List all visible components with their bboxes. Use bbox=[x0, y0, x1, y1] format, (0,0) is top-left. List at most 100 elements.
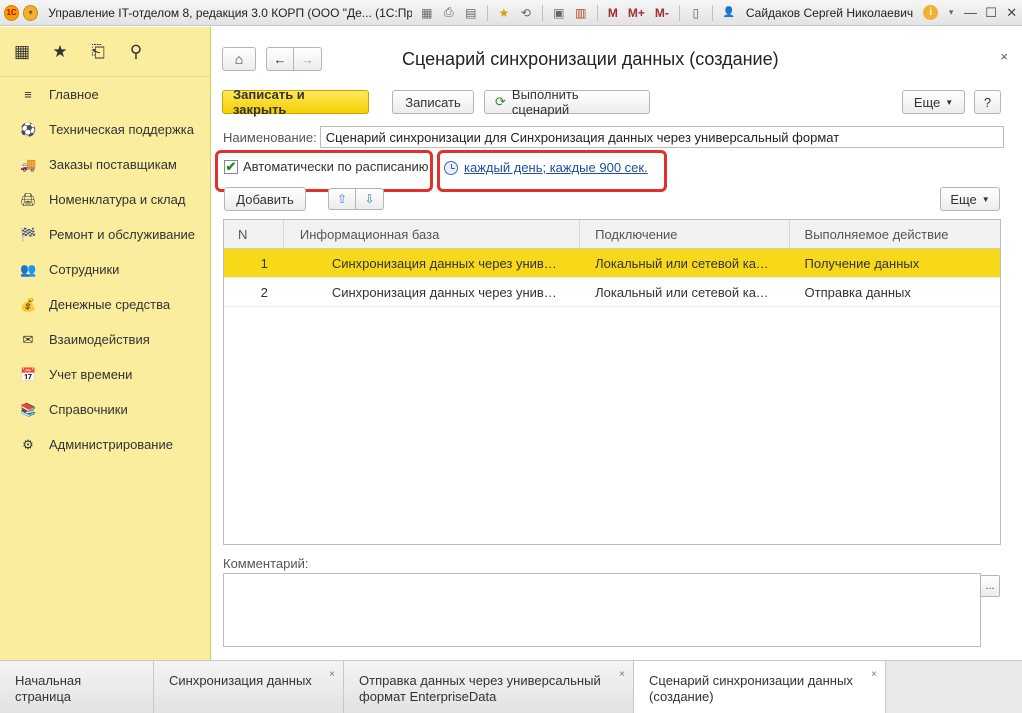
sidebar-item-label: Сотрудники bbox=[49, 262, 120, 277]
sidebar-item[interactable]: 🖨 Номенклатура и склад bbox=[0, 182, 210, 217]
cell-connection[interactable]: Локальный или сетевой каталог bbox=[580, 278, 789, 306]
sidebar-item[interactable]: 👥 Сотрудники bbox=[0, 252, 210, 287]
minimize-icon[interactable]: — bbox=[960, 3, 981, 23]
window-tab-label: Синхронизация данных bbox=[169, 673, 312, 688]
save-button[interactable]: Записать bbox=[392, 90, 474, 114]
main-menu-icon[interactable]: ▾ bbox=[23, 4, 39, 21]
section-icon: ⚽ bbox=[20, 121, 37, 137]
sidebar-item[interactable]: ⚙ Администрирование bbox=[0, 427, 210, 462]
form-title: Сценарий синхронизации данных (создание) bbox=[402, 49, 779, 69]
schedule-setting[interactable]: каждый день; каждые 900 сек. bbox=[444, 160, 648, 175]
sidebar-item[interactable]: ≡ Главное bbox=[0, 77, 210, 112]
cell-n[interactable]: 1 bbox=[224, 249, 284, 277]
sidebar-item[interactable]: 🏁 Ремонт и обслуживание bbox=[0, 217, 210, 252]
column-header-base[interactable]: Информационная база bbox=[284, 220, 581, 248]
section-icon: 🏁 bbox=[20, 226, 37, 242]
column-header-connection[interactable]: Подключение bbox=[580, 220, 790, 248]
table-body: 1 Синхронизация данных через универсальны… bbox=[224, 249, 1000, 307]
window-title: Управление IT-отделом 8, редакция 3.0 КО… bbox=[48, 5, 412, 20]
memory-plus-button[interactable]: M+ bbox=[625, 6, 648, 20]
add-button[interactable]: Добавить bbox=[224, 187, 306, 211]
column-header-n[interactable]: N bbox=[224, 220, 284, 248]
print-icon[interactable]: ⎙ bbox=[440, 4, 458, 22]
cell-base[interactable]: Синхронизация данных через универсальный… bbox=[284, 278, 580, 306]
sidebar-item-label: Денежные средства bbox=[49, 297, 171, 312]
window-tab[interactable]: Отправка данных через универсальный форм… bbox=[344, 661, 634, 713]
save-and-close-button[interactable]: Записать и закрыть bbox=[222, 87, 369, 117]
chevron-down-icon[interactable]: ▾ bbox=[942, 4, 960, 22]
table-more-button[interactable]: Еще ▼ bbox=[940, 187, 1000, 211]
cell-base-text: Синхронизация данных через универсальный… bbox=[331, 255, 564, 271]
table-row[interactable]: 2 Синхронизация данных через универсальны… bbox=[224, 278, 1000, 307]
clock-icon bbox=[444, 160, 458, 175]
panels-icon[interactable]: ▯ bbox=[687, 4, 705, 22]
scenario-table[interactable]: N Информационная база Подключение Выполн… bbox=[223, 219, 1001, 545]
favorite-star-icon[interactable]: ★ bbox=[495, 4, 513, 22]
cell-n-text: 2 bbox=[260, 284, 268, 300]
sidebar-item[interactable]: ⚽ Техническая поддержка bbox=[0, 112, 210, 147]
star-icon[interactable]: ★ bbox=[50, 42, 70, 62]
sidebar-item[interactable]: ✉ Взаимодействия bbox=[0, 322, 210, 357]
sidebar-item-label: Заказы поставщикам bbox=[49, 157, 177, 172]
preview-icon[interactable]: ▤ bbox=[462, 4, 480, 22]
close-tab-icon[interactable]: × bbox=[619, 667, 625, 683]
column-header-action[interactable]: Выполняемое действие bbox=[790, 220, 1000, 248]
cell-n-text: 1 bbox=[260, 255, 268, 271]
schedule-link[interactable]: каждый день; каждые 900 сек. bbox=[464, 160, 648, 175]
name-label: Наименование: bbox=[223, 129, 317, 145]
window-titlebar: 1С ▾ Управление IT-отделом 8, редакция 3… bbox=[0, 0, 1022, 26]
close-form-icon[interactable]: × bbox=[1000, 49, 1008, 64]
help-button[interactable]: ? bbox=[974, 90, 1001, 114]
cell-n[interactable]: 2 bbox=[224, 278, 284, 306]
cell-action[interactable]: Отправка данных bbox=[790, 278, 1000, 306]
sidebar-item[interactable]: 📅 Учет времени bbox=[0, 357, 210, 392]
comment-field[interactable] bbox=[223, 573, 981, 647]
section-icon: 📚 bbox=[20, 401, 37, 417]
cell-connection[interactable]: Локальный или сетевой каталог bbox=[580, 249, 789, 277]
back-button[interactable]: ← bbox=[266, 47, 294, 71]
table-toolbar: Добавить ⇧ ⇩ Еще ▼ bbox=[224, 187, 1000, 213]
current-user[interactable]: Сайдаков Сергей Николаевич bbox=[746, 6, 913, 20]
memory-button[interactable]: M bbox=[605, 6, 621, 20]
apps-grid-icon[interactable]: ▦ bbox=[12, 42, 32, 62]
close-tab-icon[interactable]: × bbox=[329, 667, 335, 683]
arrow-left-icon: ← bbox=[273, 51, 287, 67]
close-window-icon[interactable]: ✕ bbox=[1001, 3, 1022, 23]
comment-edit-button[interactable]: ... bbox=[980, 575, 1000, 597]
history-icon[interactable]: ⎗ bbox=[88, 42, 108, 62]
sidebar-item-label: Номенклатура и склад bbox=[49, 192, 186, 207]
window-tab[interactable]: Сценарий синхронизации данных (создание)… bbox=[634, 661, 886, 713]
auto-schedule-checkbox[interactable]: ✔ Автоматически по расписанию bbox=[224, 159, 429, 174]
app-logo[interactable]: 1С bbox=[4, 4, 20, 21]
section-icon: 📅 bbox=[20, 366, 37, 382]
window-tab-label: Сценарий синхронизации данных (создание) bbox=[649, 673, 853, 704]
window-tab[interactable]: Начальная страница bbox=[0, 661, 154, 713]
memory-minus-button[interactable]: M- bbox=[652, 6, 672, 20]
sidebar-item-label: Главное bbox=[49, 87, 99, 102]
name-input[interactable] bbox=[319, 126, 1004, 148]
history-icon[interactable]: ⟲ bbox=[517, 4, 535, 22]
search-icon[interactable]: ⚲ bbox=[126, 42, 146, 62]
move-down-button[interactable]: ⇩ bbox=[356, 188, 384, 210]
table-row[interactable]: 1 Синхронизация данных через универсальны… bbox=[224, 249, 1000, 278]
sidebar-item[interactable]: 💰 Денежные средства bbox=[0, 287, 210, 322]
sidebar-item[interactable]: 📚 Справочники bbox=[0, 392, 210, 427]
home-button[interactable]: ⌂ bbox=[222, 47, 256, 71]
close-tab-icon[interactable]: × bbox=[871, 667, 877, 683]
calendar-icon[interactable]: ▥ bbox=[572, 4, 590, 22]
sidebar-item[interactable]: 🚚 Заказы поставщикам bbox=[0, 147, 210, 182]
run-scenario-button[interactable]: ⟳ Выполнить сценарий bbox=[484, 87, 650, 117]
restore-icon[interactable]: ☐ bbox=[981, 3, 1002, 23]
more-button[interactable]: Еще ▼ bbox=[902, 90, 965, 114]
cell-base[interactable]: Синхронизация данных через универсальный… bbox=[284, 249, 580, 277]
check-icon[interactable]: ✔ bbox=[224, 159, 238, 174]
cell-connection-text: Локальный или сетевой каталог bbox=[595, 284, 774, 300]
window-tab[interactable]: Синхронизация данных × bbox=[154, 661, 344, 713]
save-icon[interactable]: ▦ bbox=[418, 4, 436, 22]
forward-button[interactable]: → bbox=[294, 47, 322, 71]
calculator-icon[interactable]: ▣ bbox=[550, 4, 568, 22]
cell-action[interactable]: Получение данных bbox=[790, 249, 1000, 277]
move-up-button[interactable]: ⇧ bbox=[328, 188, 356, 210]
info-icon[interactable]: i bbox=[923, 5, 939, 20]
section-icon: ⚙ bbox=[22, 436, 34, 452]
